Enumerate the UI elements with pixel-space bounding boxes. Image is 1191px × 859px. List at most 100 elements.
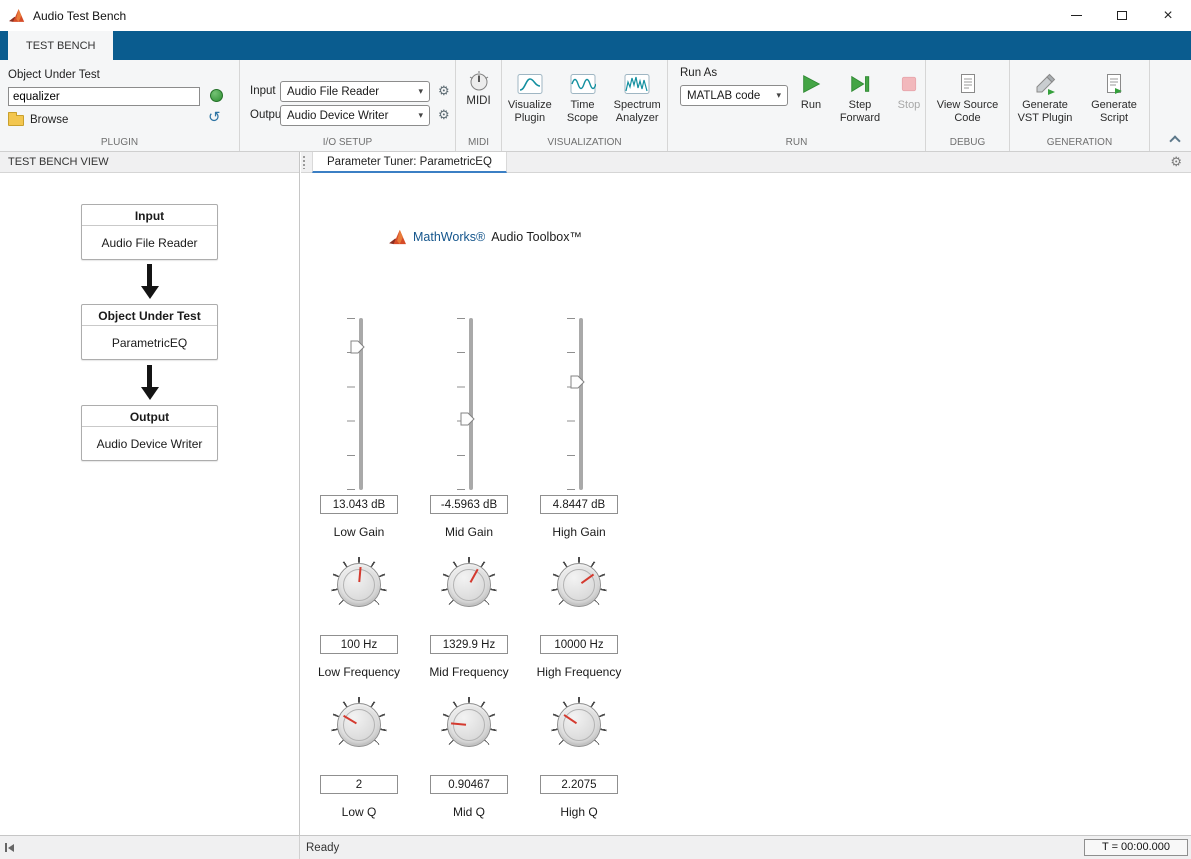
document-tabbar: Parameter Tuner: ParametricEQ ⚙ — [301, 152, 1191, 173]
mid-q-label: Mid Q — [452, 805, 485, 819]
parameter-tuner-panel: Parameter Tuner: ParametricEQ ⚙ MathWork… — [301, 152, 1191, 835]
high-q-value[interactable]: 2.2075 — [540, 775, 618, 794]
run-icon — [800, 71, 822, 96]
slider-track[interactable] — [579, 318, 583, 490]
low-gain-value[interactable]: 13.043 dB — [320, 495, 398, 514]
chevron-down-icon: ▾ — [418, 86, 423, 96]
collapse-panel-icon[interactable] — [5, 843, 14, 852]
mid-frequency-knob[interactable] — [441, 557, 497, 613]
test-bench-view-panel: TEST BENCH VIEW Input Audio File Reader … — [0, 152, 300, 835]
output-block-value: Audio Device Writer — [96, 437, 203, 451]
window-controls: × — [1053, 0, 1191, 31]
ribbon-spacer — [1150, 60, 1191, 151]
midi-button-label: MIDI — [466, 95, 491, 107]
plugin-valid-indicator-icon — [210, 89, 223, 102]
high-parameter-column: 4.8447 dB High Gain 10000 Hz High Freque… — [519, 173, 639, 833]
status-bar-left — [0, 836, 300, 859]
minimize-icon — [1070, 15, 1082, 16]
slider-thumb[interactable] — [460, 412, 475, 426]
mid-parameter-column: -4.5963 dB Mid Gain 1329.9 Hz Mid Freque… — [409, 173, 529, 833]
high-frequency-knob[interactable] — [551, 557, 607, 613]
status-text: Ready — [306, 841, 340, 854]
low-gain-slider[interactable] — [344, 318, 374, 490]
input-block[interactable]: Input Audio File Reader — [81, 204, 218, 260]
browse-button[interactable]: Browse — [8, 112, 69, 126]
collapse-ribbon-icon[interactable] — [1170, 134, 1180, 142]
input-dropdown[interactable]: Audio File Reader ▾ — [280, 81, 430, 102]
output-dropdown-value: Audio Device Writer — [287, 109, 389, 122]
tab-test-bench[interactable]: TEST BENCH — [8, 31, 114, 60]
output-block-title: Output — [82, 406, 217, 427]
object-under-test-block[interactable]: Object Under Test ParametricEQ — [81, 304, 218, 360]
step-forward-label: Step Forward — [839, 99, 881, 124]
low-q-value[interactable]: 2 — [320, 775, 398, 794]
high-gain-slider[interactable] — [564, 318, 594, 490]
run-as-dropdown-value: MATLAB code — [687, 89, 761, 102]
flow-arrow-icon — [81, 365, 218, 400]
slider-track[interactable] — [469, 318, 473, 490]
ribbon-tabstrip: TEST BENCH — [0, 31, 1191, 60]
input-label: Input — [250, 85, 276, 97]
low-q-label: Low Q — [341, 805, 377, 819]
low-frequency-value[interactable]: 100 Hz — [320, 635, 398, 654]
generate-vst-plugin-icon — [1033, 71, 1057, 96]
ribbon-section-plugin: Object Under Test Browse ↺ PLUGIN — [0, 60, 240, 151]
tab-parameter-tuner[interactable]: Parameter Tuner: ParametricEQ — [312, 152, 507, 173]
mid-q-value[interactable]: 0.90467 — [430, 775, 508, 794]
splitter-handle[interactable] — [303, 156, 305, 169]
plugin-name-input[interactable] — [8, 87, 200, 106]
input-block-title: Input — [82, 205, 217, 226]
mid-gain-value[interactable]: -4.5963 dB — [430, 495, 508, 514]
ribbon-section-visualization: Visualize Plugin Time Scope Spectrum Ana… — [502, 60, 668, 151]
run-label: Run — [800, 99, 822, 111]
run-as-dropdown[interactable]: MATLAB code ▾ — [680, 85, 788, 106]
title-bar: Audio Test Bench × — [0, 0, 1191, 31]
generate-script-icon — [1103, 71, 1125, 96]
close-button[interactable]: × — [1145, 0, 1191, 31]
slider-thumb[interactable] — [570, 375, 585, 389]
reload-plugin-icon[interactable]: ↺ — [208, 110, 221, 125]
mid-frequency-value[interactable]: 1329.9 Hz — [430, 635, 508, 654]
maximize-icon — [1117, 11, 1127, 20]
midi-section-label: MIDI — [467, 137, 490, 148]
generate-script-label: Generate Script — [1091, 99, 1137, 124]
mid-gain-slider[interactable] — [454, 318, 484, 490]
high-q-knob[interactable] — [551, 697, 607, 753]
input-settings-gear-icon[interactable]: ⚙ — [438, 84, 450, 97]
low-frequency-knob[interactable] — [331, 557, 387, 613]
high-frequency-value[interactable]: 10000 Hz — [540, 635, 618, 654]
output-block[interactable]: Output Audio Device Writer — [81, 405, 218, 461]
minimize-button[interactable] — [1053, 0, 1099, 31]
generation-section-label: GENERATION — [1046, 137, 1113, 148]
mid-frequency-label: Mid Frequency — [429, 665, 509, 679]
tab-options-gear-icon[interactable]: ⚙ — [1170, 155, 1182, 168]
test-bench-view-header: TEST BENCH VIEW — [0, 152, 299, 173]
browse-label: Browse — [30, 113, 69, 126]
close-icon: × — [1163, 6, 1173, 24]
slider-thumb[interactable] — [350, 340, 365, 354]
visualize-plugin-label: Visualize Plugin — [507, 99, 552, 124]
ribbon-toolbar: Object Under Test Browse ↺ PLUGIN Input … — [0, 60, 1191, 152]
mid-q-knob[interactable] — [441, 697, 497, 753]
plugin-section-label: PLUGIN — [100, 137, 139, 148]
input-dropdown-value: Audio File Reader — [287, 85, 380, 98]
object-under-test-label: Object Under Test — [8, 69, 100, 81]
low-gain-label: Low Gain — [333, 525, 385, 539]
high-gain-value[interactable]: 4.8447 dB — [540, 495, 618, 514]
io-section-label: I/O SETUP — [322, 137, 373, 148]
stop-icon — [899, 71, 919, 96]
status-bar: Ready T = 00:00.000 — [0, 835, 1191, 859]
slider-ticks — [457, 318, 465, 490]
maximize-button[interactable] — [1099, 0, 1145, 31]
debug-section-label: DEBUG — [949, 137, 986, 148]
output-settings-gear-icon[interactable]: ⚙ — [438, 108, 450, 121]
input-block-value: Audio File Reader — [101, 236, 198, 250]
low-q-knob[interactable] — [331, 697, 387, 753]
flow-arrow-icon — [81, 264, 218, 299]
spectrum-analyzer-label: Spectrum Analyzer — [613, 99, 661, 124]
view-source-code-icon — [957, 71, 979, 96]
output-dropdown[interactable]: Audio Device Writer ▾ — [280, 105, 430, 126]
chevron-down-icon: ▾ — [776, 90, 781, 100]
ribbon-section-io-setup: Input Audio File Reader ▾ ⚙ Output Audio… — [240, 60, 456, 151]
matlab-app-icon — [9, 9, 25, 22]
